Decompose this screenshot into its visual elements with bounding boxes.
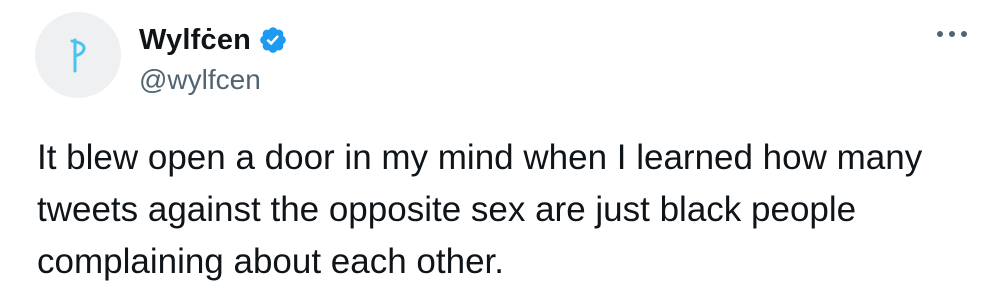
verified-badge-icon[interactable] — [258, 25, 288, 55]
tweet-header: Wylfċen @wylfcen — [35, 12, 288, 98]
tweet-text: It blew open a door in my mind when I le… — [37, 138, 923, 281]
author-display-name[interactable]: Wylfċen — [139, 24, 251, 57]
author-info: Wylfċen @wylfcen — [139, 12, 288, 96]
author-handle[interactable]: @wylfcen — [139, 64, 288, 96]
avatar[interactable] — [35, 12, 121, 98]
tweet-card: Wylfċen @wylfcen It blew open a door in … — [0, 0, 1008, 308]
name-row: Wylfċen — [139, 20, 288, 60]
more-options-icon[interactable] — [932, 22, 972, 46]
rune-wynn-icon — [70, 38, 86, 73]
